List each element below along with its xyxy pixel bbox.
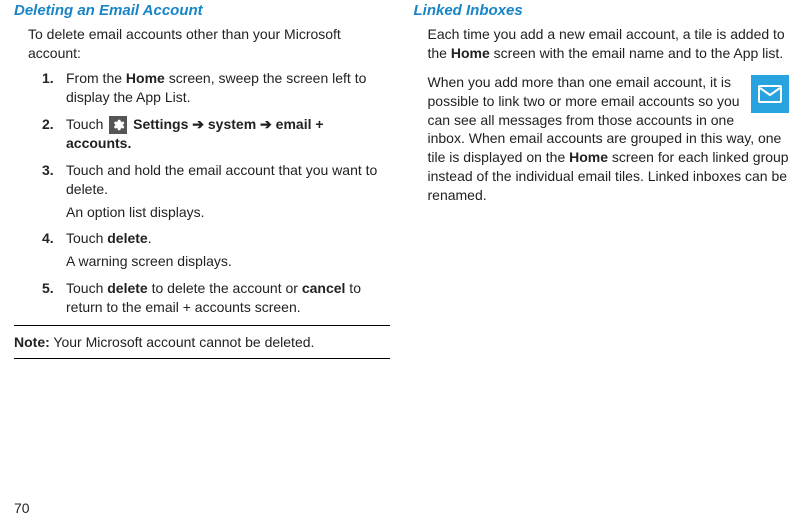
- step-1: From the Home screen, sweep the screen l…: [42, 69, 390, 107]
- substep: A warning screen displays.: [66, 252, 390, 271]
- paragraph-2: When you add more than one email account…: [428, 73, 790, 205]
- step-3: Touch and hold the email account that yo…: [42, 161, 390, 222]
- note-label: Note:: [14, 334, 50, 350]
- divider: [14, 358, 390, 359]
- arrow: ➔: [188, 116, 208, 132]
- note: Note: Your Microsoft account cannot be d…: [14, 334, 390, 350]
- bold-text: Home: [126, 70, 165, 86]
- bold-text: delete: [107, 280, 147, 296]
- paragraph-1: Each time you add a new email account, a…: [428, 25, 790, 63]
- text: From the: [66, 70, 126, 86]
- bold-text: system: [208, 116, 256, 132]
- text: Touch: [66, 230, 107, 246]
- step-5: Touch delete to delete the account or ca…: [42, 279, 390, 317]
- mail-icon: [751, 75, 789, 113]
- settings-icon: [109, 116, 127, 134]
- text: screen with the email name and to the Ap…: [490, 45, 783, 61]
- bold-text: Home: [451, 45, 490, 61]
- text: .: [148, 230, 152, 246]
- section-title-linked: Linked Inboxes: [414, 2, 790, 19]
- bold-text: Home: [569, 149, 608, 165]
- text: Touch: [66, 280, 107, 296]
- steps-list: From the Home screen, sweep the screen l…: [42, 69, 390, 317]
- bold-text: delete: [107, 230, 147, 246]
- note-text: Your Microsoft account cannot be deleted…: [50, 334, 315, 350]
- step-4: Touch delete. A warning screen displays.: [42, 229, 390, 271]
- bold-text: cancel: [302, 280, 346, 296]
- text: to delete the account or: [148, 280, 302, 296]
- step-2: Touch Settings ➔ system ➔ email + accoun…: [42, 115, 390, 153]
- divider: [14, 325, 390, 326]
- intro-text: To delete email accounts other than your…: [28, 25, 390, 63]
- substep: An option list displays.: [66, 203, 390, 222]
- text: Touch: [66, 116, 107, 132]
- page-number: 70: [14, 500, 30, 516]
- right-column: Linked Inboxes Each time you add a new e…: [414, 0, 790, 367]
- section-title-deleting: Deleting an Email Account: [14, 2, 390, 19]
- arrow: ➔: [256, 116, 276, 132]
- left-column: Deleting an Email Account To delete emai…: [14, 0, 390, 367]
- text: Touch and hold the email account that yo…: [66, 162, 377, 197]
- bold-text: Settings: [133, 116, 188, 132]
